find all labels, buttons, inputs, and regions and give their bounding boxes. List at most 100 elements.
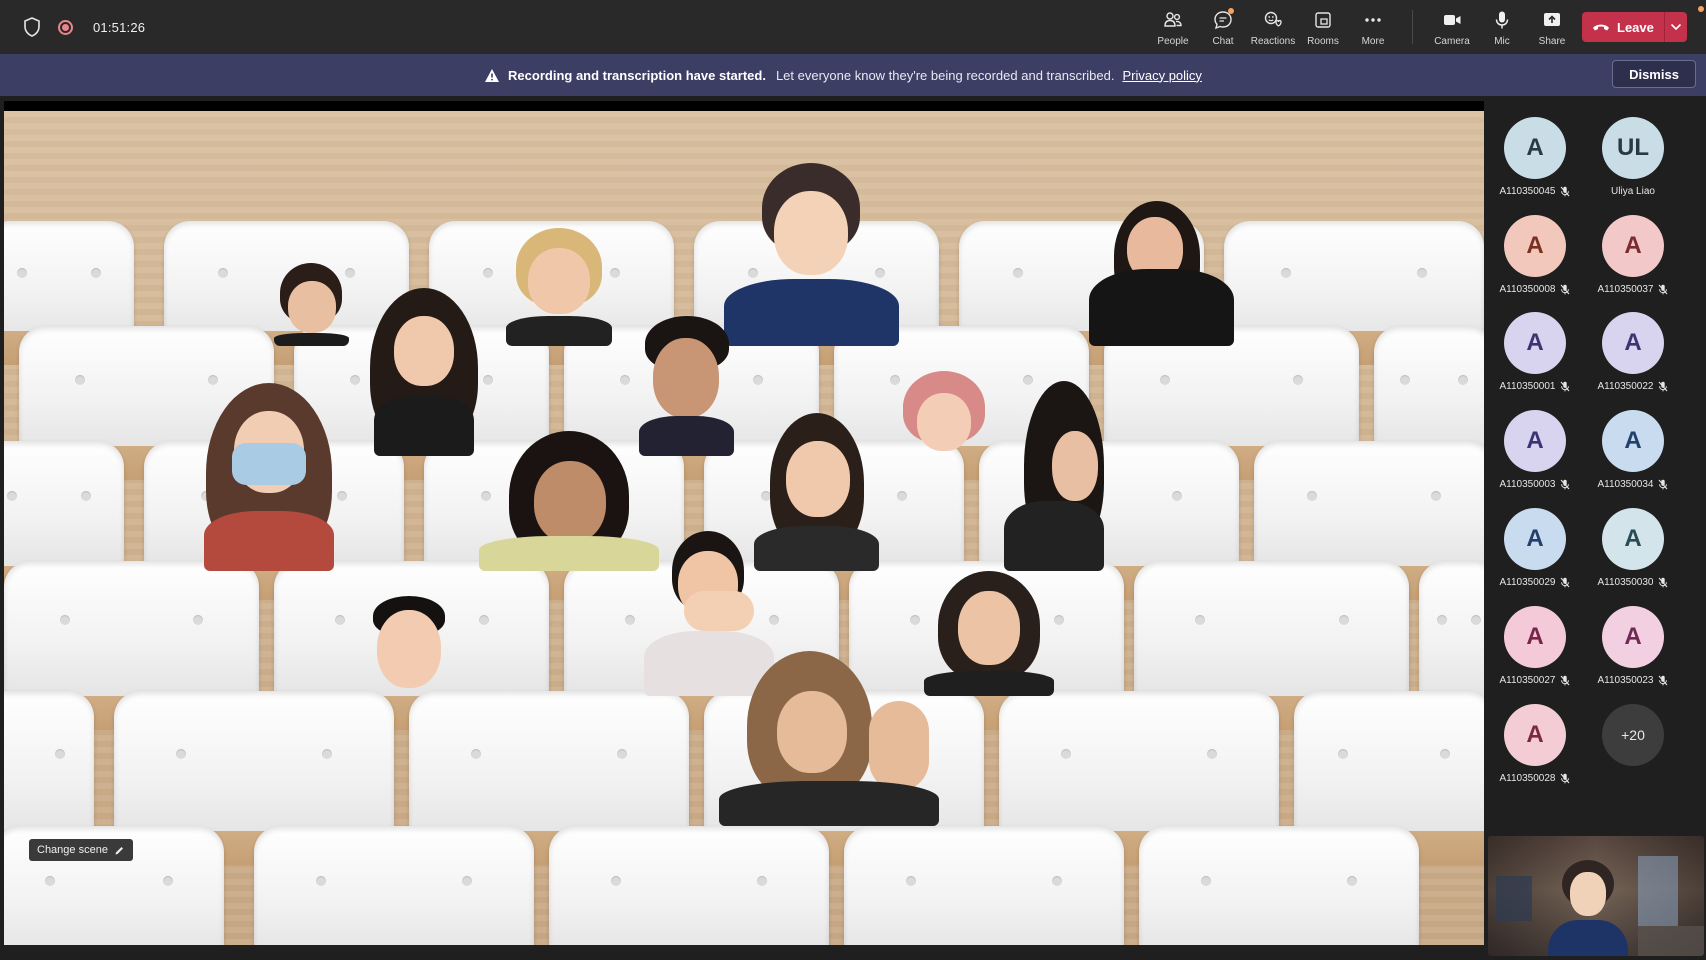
people-button[interactable]: People — [1148, 0, 1198, 54]
mic-label: Mic — [1494, 36, 1510, 47]
overflow-count-badge: +20 — [1602, 704, 1664, 766]
participant-video — [364, 286, 484, 456]
seat — [844, 826, 1124, 945]
participant-tile[interactable]: A A110350029 — [1490, 508, 1580, 588]
banner-content: Recording and transcription have started… — [484, 68, 1202, 83]
participant-tile[interactable]: A A110350030 — [1588, 508, 1678, 588]
chat-label: Chat — [1212, 36, 1234, 47]
seat — [549, 826, 829, 945]
participant-tile[interactable]: A A110350008 — [1490, 215, 1580, 295]
leave-options-button[interactable] — [1665, 12, 1687, 42]
banner-message: Let everyone know they're being recorded… — [775, 67, 1115, 83]
participant-video — [1004, 381, 1104, 571]
participant-tile[interactable]: A A110350022 — [1588, 312, 1678, 392]
people-icon — [1164, 12, 1182, 27]
participant-name-row: A110350008 — [1490, 284, 1580, 295]
mic-off-icon — [1561, 284, 1570, 295]
more-participants-button[interactable]: +20 — [1588, 704, 1678, 766]
change-scene-label: Change scene — [37, 844, 108, 856]
participant-video — [899, 371, 989, 456]
privacy-policy-link[interactable]: Privacy policy — [1122, 68, 1201, 83]
participant-tile[interactable]: A A110350034 — [1588, 410, 1678, 490]
avatar: A — [1504, 410, 1566, 472]
hang-up-icon — [1593, 24, 1609, 31]
participant-video — [369, 596, 449, 696]
reactions-button[interactable]: Reactions — [1248, 0, 1298, 54]
seat — [1139, 826, 1419, 945]
participant-video — [924, 571, 1054, 696]
avatar: A — [1602, 215, 1664, 277]
participant-name: A110350037 — [1597, 284, 1654, 295]
share-button[interactable]: Share — [1527, 0, 1577, 54]
mic-off-icon — [1659, 284, 1668, 295]
participant-tile[interactable]: A A110350037 — [1588, 215, 1678, 295]
shield-icon[interactable] — [22, 16, 42, 38]
participant-tile[interactable]: A A110350023 — [1588, 606, 1678, 686]
participant-name-row: A110350027 — [1490, 675, 1580, 686]
avatar: A — [1504, 312, 1566, 374]
participant-tile[interactable]: A A110350027 — [1490, 606, 1580, 686]
avatar: A — [1504, 704, 1566, 766]
participant-tile[interactable]: A A110350045 — [1490, 117, 1580, 197]
participant-name-row: A110350045 — [1490, 186, 1580, 197]
camera-label: Camera — [1434, 36, 1470, 47]
participant-name: A110350027 — [1499, 675, 1556, 686]
dismiss-button[interactable]: Dismiss — [1612, 60, 1696, 88]
meeting-toolbar: 01:51:26 People Chat Reactions Rooms Mor… — [0, 0, 1706, 54]
recording-banner: Recording and transcription have started… — [0, 54, 1706, 96]
participant-tile[interactable]: A A110350001 — [1490, 312, 1580, 392]
reactions-label: Reactions — [1250, 36, 1296, 47]
participant-name-row: A110350029 — [1490, 577, 1580, 588]
participant-name-row: A110350030 — [1588, 577, 1678, 588]
participant-name: A110350030 — [1597, 577, 1654, 588]
mic-off-icon — [1659, 479, 1668, 490]
avatar: A — [1602, 410, 1664, 472]
participant-name-row: A110350001 — [1490, 381, 1580, 392]
participant-name-row: A110350022 — [1588, 381, 1678, 392]
leave-button[interactable]: Leave — [1582, 12, 1664, 42]
seat — [4, 561, 259, 711]
mic-button[interactable]: Mic — [1477, 0, 1527, 54]
seat — [1254, 441, 1484, 581]
participant-name-row: A110350023 — [1588, 675, 1678, 686]
camera-button[interactable]: Camera — [1427, 0, 1477, 54]
participant-tile[interactable]: A A110350003 — [1490, 410, 1580, 490]
chat-button[interactable]: Chat — [1198, 0, 1248, 54]
rooms-label: Rooms — [1307, 36, 1339, 47]
avatar: A — [1602, 312, 1664, 374]
participant-name: A110350003 — [1499, 479, 1556, 490]
mic-off-icon — [1561, 577, 1570, 588]
participant-video — [479, 431, 659, 571]
seat — [4, 441, 124, 581]
participant-rail: A A110350045 UL Uliya Liao A A110350008 A A1103… — [1490, 96, 1706, 836]
seat — [1419, 561, 1484, 711]
mic-off-icon — [1561, 773, 1570, 784]
toolbar-actions: People Chat Reactions Rooms More Camera … — [1148, 0, 1577, 54]
mic-off-icon — [1561, 479, 1570, 490]
participant-name-row: Uliya Liao — [1588, 186, 1678, 197]
leave-label: Leave — [1617, 19, 1654, 35]
self-view-video[interactable] — [1488, 836, 1704, 956]
participant-name: Uliya Liao — [1611, 186, 1655, 197]
together-mode-stage: Change scene — [4, 101, 1484, 945]
avatar: A — [1504, 215, 1566, 277]
rooms-button[interactable]: Rooms — [1298, 0, 1348, 54]
people-label: People — [1157, 36, 1189, 47]
camera-icon — [1444, 15, 1461, 25]
rooms-icon — [1315, 12, 1331, 28]
leave-button-group: Leave — [1582, 12, 1687, 42]
change-scene-button[interactable]: Change scene — [29, 839, 133, 861]
participant-name: A110350008 — [1499, 284, 1556, 295]
participant-name-row: A110350028 — [1490, 773, 1580, 784]
more-button[interactable]: More — [1348, 0, 1398, 54]
avatar: A — [1602, 508, 1664, 570]
avatar: A — [1504, 508, 1566, 570]
participant-tile[interactable]: A A110350028 — [1490, 704, 1580, 784]
participant-name: A110350023 — [1597, 675, 1654, 686]
mic-off-icon — [1659, 577, 1668, 588]
participant-name: A110350029 — [1499, 577, 1556, 588]
participant-tile[interactable]: UL Uliya Liao — [1588, 117, 1678, 197]
meeting-timer: 01:51:26 — [93, 19, 146, 35]
more-label: More — [1361, 36, 1385, 47]
mic-off-icon — [1561, 186, 1570, 197]
